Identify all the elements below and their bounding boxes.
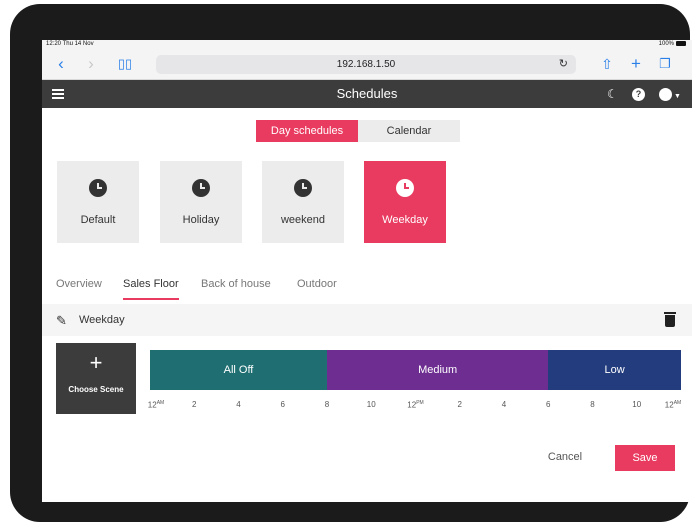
user-menu-icon[interactable] xyxy=(659,88,672,101)
schedule-card-weekday[interactable]: Weekday xyxy=(364,161,446,243)
timeline-tick-label: 8 xyxy=(590,400,595,409)
timeline-tick-label: 12PM xyxy=(407,400,424,410)
status-bar: 12:20 Thu 14 Nov 100% xyxy=(42,40,692,50)
clock-icon xyxy=(396,179,414,197)
tab-overview[interactable]: Overview xyxy=(56,278,102,298)
schedule-card-weekend[interactable]: weekend xyxy=(262,161,344,243)
timeline-tick-label: 2 xyxy=(192,400,197,409)
tab-calendar[interactable]: Calendar xyxy=(358,120,460,142)
schedule-card-default[interactable]: Default xyxy=(57,161,139,243)
address-bar[interactable]: 192.168.1.50 ↻ xyxy=(156,55,576,74)
tab-outdoor[interactable]: Outdoor xyxy=(297,278,337,298)
timeline-tick-label: 4 xyxy=(236,400,241,409)
timeline-tick-label: 10 xyxy=(366,400,376,409)
choose-scene-button[interactable]: + Choose Scene xyxy=(56,343,136,414)
battery-percent: 100% xyxy=(658,41,674,48)
zone-tabs: Overview Sales Floor Back of house Outdo… xyxy=(42,274,692,304)
save-button[interactable]: Save xyxy=(615,445,675,471)
tabs-icon[interactable]: ❐ xyxy=(656,55,674,73)
app-header: Schedules ☾ ? ▼ xyxy=(42,80,692,108)
tab-back-of-house[interactable]: Back of house xyxy=(201,278,271,298)
plus-icon: + xyxy=(89,350,103,375)
bookmarks-icon[interactable]: ▯▯ xyxy=(116,55,134,73)
schedule-card-holiday[interactable]: Holiday xyxy=(160,161,242,243)
tab-day-schedules[interactable]: Day schedules xyxy=(256,120,358,142)
battery-status: 100% xyxy=(659,41,686,47)
cancel-button[interactable]: Cancel xyxy=(536,445,594,469)
scene-segment-all-off[interactable]: All Off xyxy=(150,350,327,390)
schedule-timeline[interactable]: All Off Medium Low xyxy=(150,350,681,390)
timeline-tick-label: 12AM xyxy=(664,400,682,410)
night-mode-icon[interactable]: ☾ xyxy=(607,86,618,102)
schedule-name-bar: ✎ Weekday xyxy=(42,304,692,336)
schedule-card-label: Holiday xyxy=(182,214,220,226)
status-time: 12:20 Thu 14 Nov xyxy=(46,41,94,47)
screen: 12:20 Thu 14 Nov 100% ‹ › ▯▯ 192.168.1.5… xyxy=(42,40,692,502)
timeline-tick-label: 2 xyxy=(457,400,462,409)
chevron-down-icon[interactable]: ▼ xyxy=(674,89,681,105)
timeline-tick-label: 12AM xyxy=(147,400,165,410)
pencil-icon[interactable]: ✎ xyxy=(56,313,67,329)
trash-icon[interactable] xyxy=(664,312,676,327)
tablet-frame: 12:20 Thu 14 Nov 100% ‹ › ▯▯ 192.168.1.5… xyxy=(10,4,692,522)
schedule-name[interactable]: Weekday xyxy=(79,314,125,326)
choose-scene-label: Choose Scene xyxy=(68,385,124,394)
reload-icon[interactable]: ↻ xyxy=(559,55,568,74)
page-title: Schedules xyxy=(336,86,398,101)
schedule-card-label: weekend xyxy=(280,214,326,226)
scene-segment-low[interactable]: Low xyxy=(548,350,681,390)
forward-button[interactable]: › xyxy=(82,55,100,73)
share-icon[interactable]: ⇧ xyxy=(598,55,616,73)
browser-toolbar: ‹ › ▯▯ 192.168.1.50 ↻ ⇧ + ❐ xyxy=(42,50,692,80)
tab-sales-floor[interactable]: Sales Floor xyxy=(123,278,179,300)
timeline-tick-label: 6 xyxy=(546,400,551,409)
clock-icon xyxy=(192,179,210,197)
back-button[interactable]: ‹ xyxy=(52,55,70,73)
schedule-card-label: Weekday xyxy=(382,214,428,226)
scene-segment-medium[interactable]: Medium xyxy=(327,350,549,390)
help-icon[interactable]: ? xyxy=(632,88,645,101)
new-tab-icon[interactable]: + xyxy=(627,55,645,73)
url-text: 192.168.1.50 xyxy=(336,59,396,70)
timeline-tick-label: 10 xyxy=(632,400,642,409)
clock-icon xyxy=(89,179,107,197)
battery-icon xyxy=(676,41,686,46)
clock-icon xyxy=(294,179,312,197)
timeline-tick-label: 8 xyxy=(324,400,330,409)
timeline-tick-label: 4 xyxy=(501,400,507,409)
schedule-card-label: Default xyxy=(80,214,116,226)
timeline-tick-label: 6 xyxy=(280,400,285,409)
